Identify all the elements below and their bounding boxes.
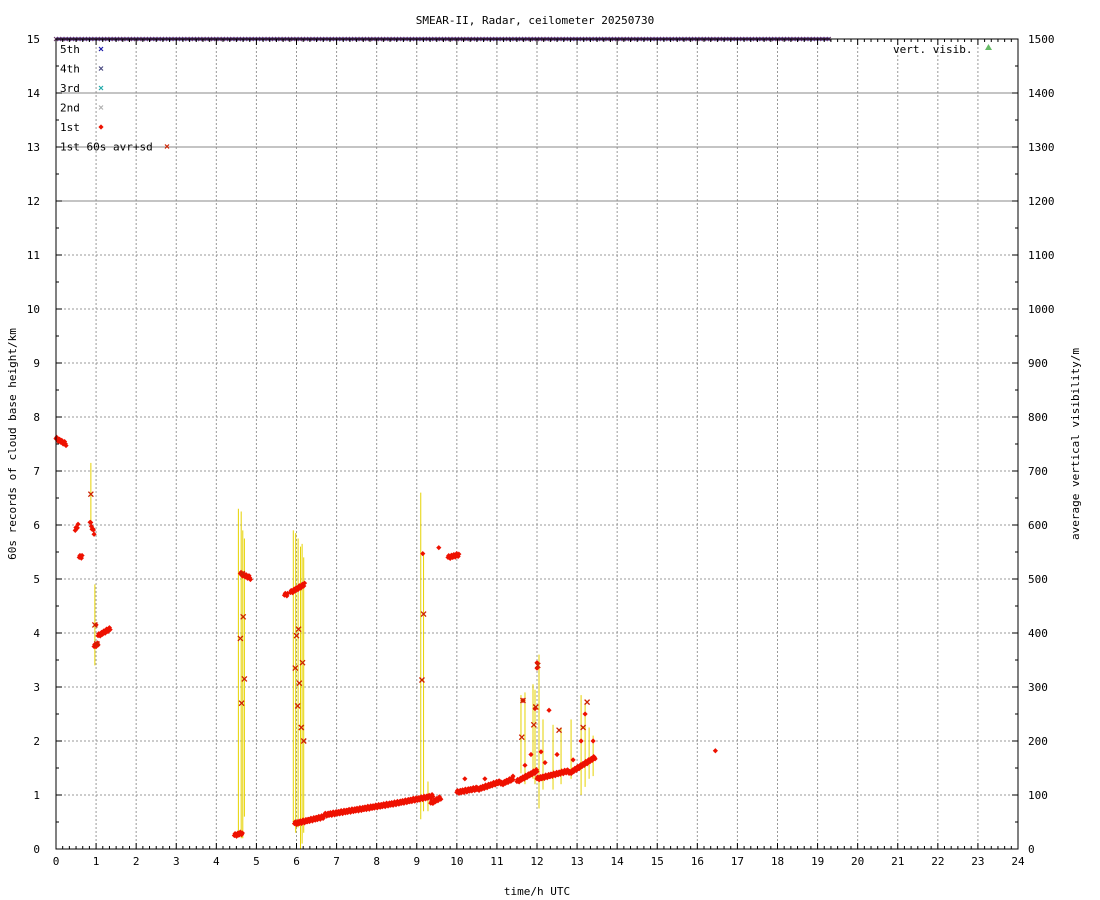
legend-label-right: vert. visib. [893, 43, 972, 56]
x-tick-label: 21 [891, 855, 904, 868]
ceilometer-chart: SMEAR-II, Radar, ceilometer 20250730 012… [6, 14, 1082, 898]
y2-tick-label: 1400 [1028, 87, 1055, 100]
first-point [546, 707, 552, 713]
y2-tick-label: 900 [1028, 357, 1048, 370]
legend-label: 3rd [60, 82, 80, 95]
x-tick-label: 3 [173, 855, 180, 868]
y-tick-label: 11 [27, 249, 40, 262]
first-point [522, 762, 528, 768]
y2-axis-label: average vertical visibility/m [1069, 348, 1082, 540]
y-tick-label: 1 [33, 789, 40, 802]
legend-marker [98, 124, 104, 130]
y-tick-label: 5 [33, 573, 40, 586]
y-tick-label: 8 [33, 411, 40, 424]
y2-tick-label: 100 [1028, 789, 1048, 802]
legend-marker [98, 105, 104, 110]
legend: 5th 4th 3rd 2nd 1st 1st 60s avr+sd vert. visib… [60, 43, 992, 154]
axes: 0 1 2 3 4 5 6 7 8 9 10 11 12 13 14 15 16 17 18 19 20 21 22 23 24… [27, 33, 1055, 868]
y-tick-label: 3 [33, 681, 40, 694]
avg-point [298, 724, 305, 731]
legend-marker [98, 66, 104, 71]
avg-point [296, 680, 303, 687]
first-point [482, 776, 488, 782]
y2-tick-label: 300 [1028, 681, 1048, 694]
y-tick-label: 13 [27, 141, 40, 154]
legend-label: 1st 60s avr+sd [60, 141, 153, 154]
x-tick-label: 23 [971, 855, 984, 868]
y2-tick-label: 1200 [1028, 195, 1055, 208]
y2-tick-label: 700 [1028, 465, 1048, 478]
first-point [712, 748, 718, 754]
x-tick-label: 22 [931, 855, 944, 868]
y2-tick-label: 500 [1028, 573, 1048, 586]
y2-tick-label: 1000 [1028, 303, 1055, 316]
y-tick-label: 2 [33, 735, 40, 748]
x-axis-label: time/h UTC [504, 885, 570, 898]
x-tick-label: 13 [570, 855, 583, 868]
y-tick-label: 0 [33, 843, 40, 856]
first-point [462, 776, 468, 782]
first-point [88, 519, 94, 526]
first-point [554, 751, 560, 758]
first-point [590, 738, 596, 744]
y-tick-label: 4 [33, 627, 40, 640]
y2-tick-label: 1500 [1028, 33, 1055, 46]
x-tick-label: 4 [213, 855, 220, 868]
avg-point [518, 734, 525, 741]
legend-label: 5th [60, 43, 80, 56]
x-tick-label: 16 [691, 855, 704, 868]
y-tick-label: 6 [33, 519, 40, 532]
x-tick-label: 15 [651, 855, 664, 868]
avg-point [584, 699, 591, 706]
y-tick-label: 14 [27, 87, 41, 100]
x-tick-label: 0 [53, 855, 60, 868]
x-tick-label: 9 [413, 855, 420, 868]
legend-label: 4th [60, 63, 80, 76]
legend-marker-triangle [985, 44, 992, 50]
x-tick-label: 5 [253, 855, 260, 868]
x-tick-label: 6 [293, 855, 300, 868]
legend-label: 1st [60, 121, 80, 134]
y-tick-label: 9 [33, 357, 40, 370]
x-tick-label: 24 [1011, 855, 1025, 868]
avg-point [530, 721, 537, 728]
x-tick-label: 18 [771, 855, 784, 868]
y-tick-label: 10 [27, 303, 40, 316]
y2-tick-label: 800 [1028, 411, 1048, 424]
legend-marker [98, 46, 104, 52]
x-tick-label: 14 [611, 855, 625, 868]
y-tick-label: 12 [27, 195, 40, 208]
x-tick-label: 11 [490, 855, 503, 868]
x-tick-label: 8 [373, 855, 380, 868]
chart-title: SMEAR-II, Radar, ceilometer 20250730 [416, 14, 654, 27]
legend-marker [98, 85, 104, 91]
y2-tick-label: 600 [1028, 519, 1048, 532]
x-tick-label: 12 [530, 855, 543, 868]
first-point [436, 545, 442, 551]
x-tick-label: 10 [450, 855, 463, 868]
x-tick-label: 7 [333, 855, 340, 868]
y-tick-label: 7 [33, 465, 40, 478]
first-point [582, 711, 588, 717]
legend-label: 2nd [60, 102, 80, 115]
x-tick-label: 17 [731, 855, 744, 868]
data-series [53, 36, 832, 849]
first-point [578, 738, 584, 744]
x-tick-label: 2 [133, 855, 140, 868]
y2-tick-label: 200 [1028, 735, 1048, 748]
y-tick-label: 15 [27, 33, 40, 46]
y-axis-label: 60s records of cloud base height/km [6, 328, 19, 560]
x-tick-label: 1 [93, 855, 100, 868]
y2-tick-label: 1100 [1028, 249, 1055, 262]
y2-tick-label: 400 [1028, 627, 1048, 640]
x-tick-label: 20 [851, 855, 864, 868]
grid-lines [56, 39, 1018, 849]
y2-tick-label: 0 [1028, 843, 1035, 856]
y2-tick-label: 1300 [1028, 141, 1055, 154]
x-tick-label: 19 [811, 855, 824, 868]
